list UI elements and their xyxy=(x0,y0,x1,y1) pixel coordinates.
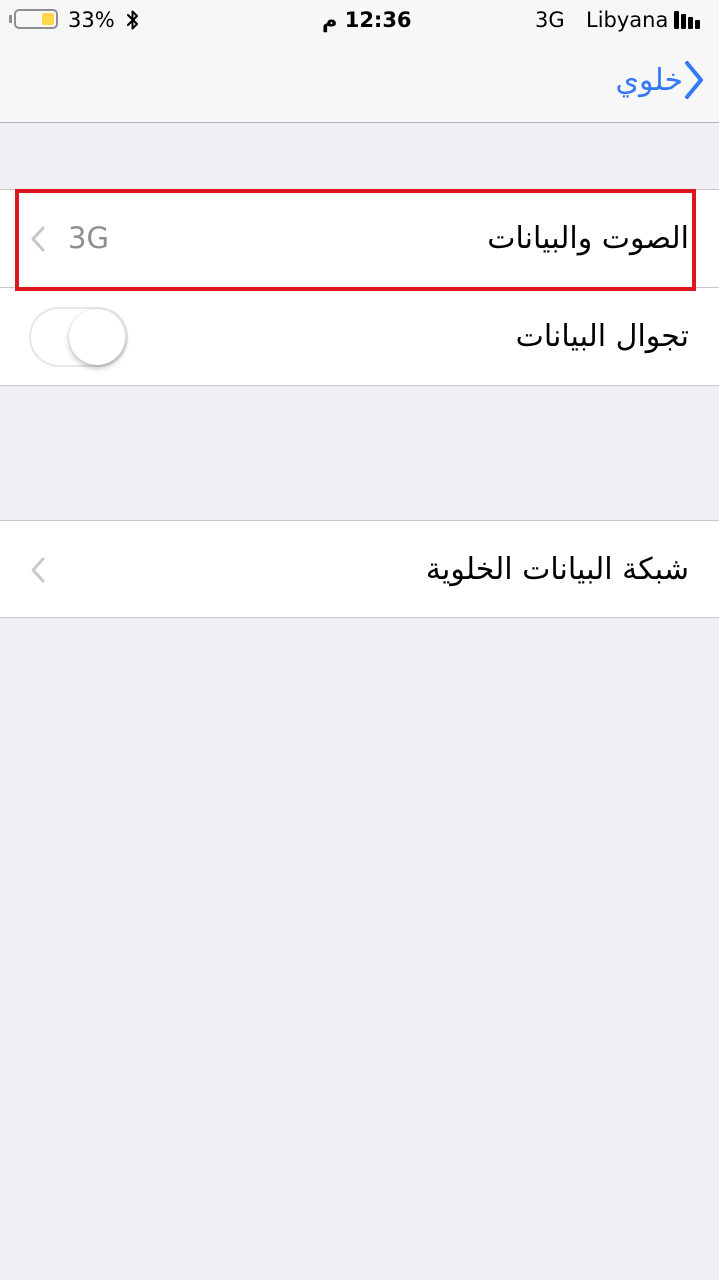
battery-icon xyxy=(14,9,58,29)
cellular-data-network-section: شبكة البيانات الخلوية xyxy=(0,520,719,618)
back-chevron-icon xyxy=(685,61,703,99)
network-type: 3G xyxy=(535,8,565,32)
battery-fill xyxy=(42,13,54,25)
battery-percent: 33% xyxy=(68,8,115,32)
cellular-data-network-label: شبكة البيانات الخلوية xyxy=(425,552,689,587)
voice-data-label: الصوت والبيانات xyxy=(487,221,689,256)
battery-tip xyxy=(9,15,12,23)
chevron-left-icon xyxy=(31,557,45,583)
signal-icon xyxy=(674,11,708,29)
cellular-data-network-row[interactable]: شبكة البيانات الخلوية xyxy=(0,521,719,618)
bluetooth-icon xyxy=(127,10,138,30)
toggle-knob xyxy=(69,309,125,365)
carrier-name: Libyana xyxy=(586,8,669,32)
navigation-bar: خلوي xyxy=(0,40,719,123)
chevron-left-icon xyxy=(31,226,45,252)
data-roaming-toggle[interactable] xyxy=(29,307,128,367)
status-bar: 33% 12:36 م 3G Libyana xyxy=(0,0,719,40)
back-label: خلوي xyxy=(615,62,683,98)
voice-data-value: 3G xyxy=(68,221,109,255)
back-button[interactable]: خلوي xyxy=(608,58,705,102)
status-time: 12:36 م xyxy=(322,8,412,32)
voice-data-row[interactable]: 3G الصوت والبيانات xyxy=(0,190,719,287)
data-roaming-label: تجوال البيانات xyxy=(515,319,689,354)
